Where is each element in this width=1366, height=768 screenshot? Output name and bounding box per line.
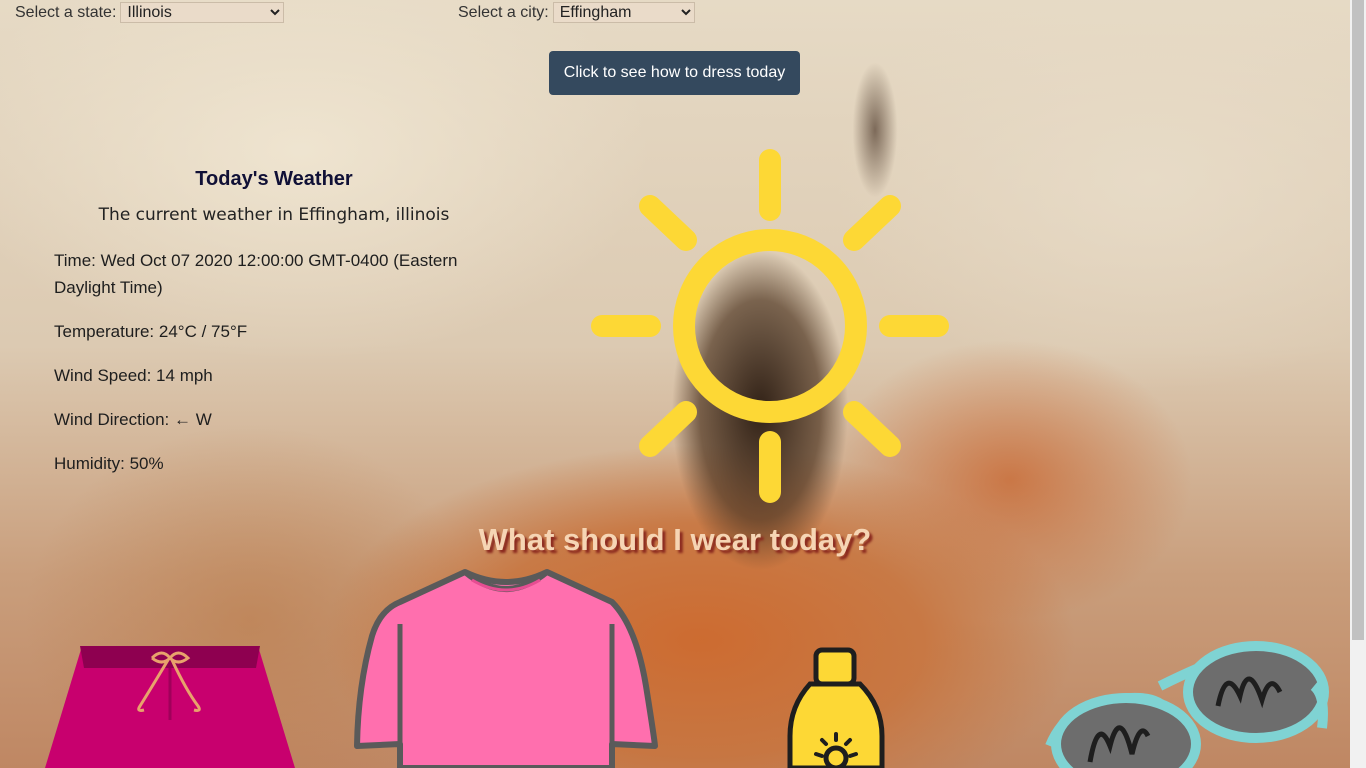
- city-selector: Select a city: Effingham: [458, 2, 695, 23]
- weather-panel: Today's Weather The current weather in E…: [54, 168, 494, 494]
- weather-time: Time: Wed Oct 07 2020 12:00:00 GMT-0400 …: [54, 251, 458, 297]
- scrollbar-thumb[interactable]: [1352, 0, 1364, 640]
- wear-heading: What should I wear today?: [478, 522, 872, 557]
- sun-icon: [591, 149, 949, 503]
- city-select[interactable]: Effingham: [552, 2, 695, 23]
- tshirt-icon: [354, 569, 658, 768]
- state-select[interactable]: Illinois: [120, 2, 285, 23]
- weather-wind-direction: Wind Direction: ← W: [54, 410, 212, 429]
- state-selector: Select a state: Illinois: [15, 2, 285, 23]
- weather-humidity: Humidity: 50%: [54, 454, 164, 473]
- shorts-icon: [45, 646, 295, 768]
- weather-wind-speed: Wind Speed: 14 mph: [54, 366, 213, 385]
- vertical-scrollbar[interactable]: [1350, 0, 1366, 768]
- weather-heading: Today's Weather: [195, 168, 353, 190]
- sunscreen-icon: [787, 647, 885, 768]
- sunglasses-icon: [1045, 641, 1329, 768]
- state-label: Select a state:: [15, 3, 117, 21]
- city-label: Select a city:: [458, 3, 549, 21]
- weather-temperature: Temperature: 24°C / 75°F: [54, 322, 248, 341]
- dress-today-button[interactable]: Click to see how to dress today: [549, 51, 800, 95]
- weather-subtitle: The current weather in Effingham, illino…: [98, 205, 450, 225]
